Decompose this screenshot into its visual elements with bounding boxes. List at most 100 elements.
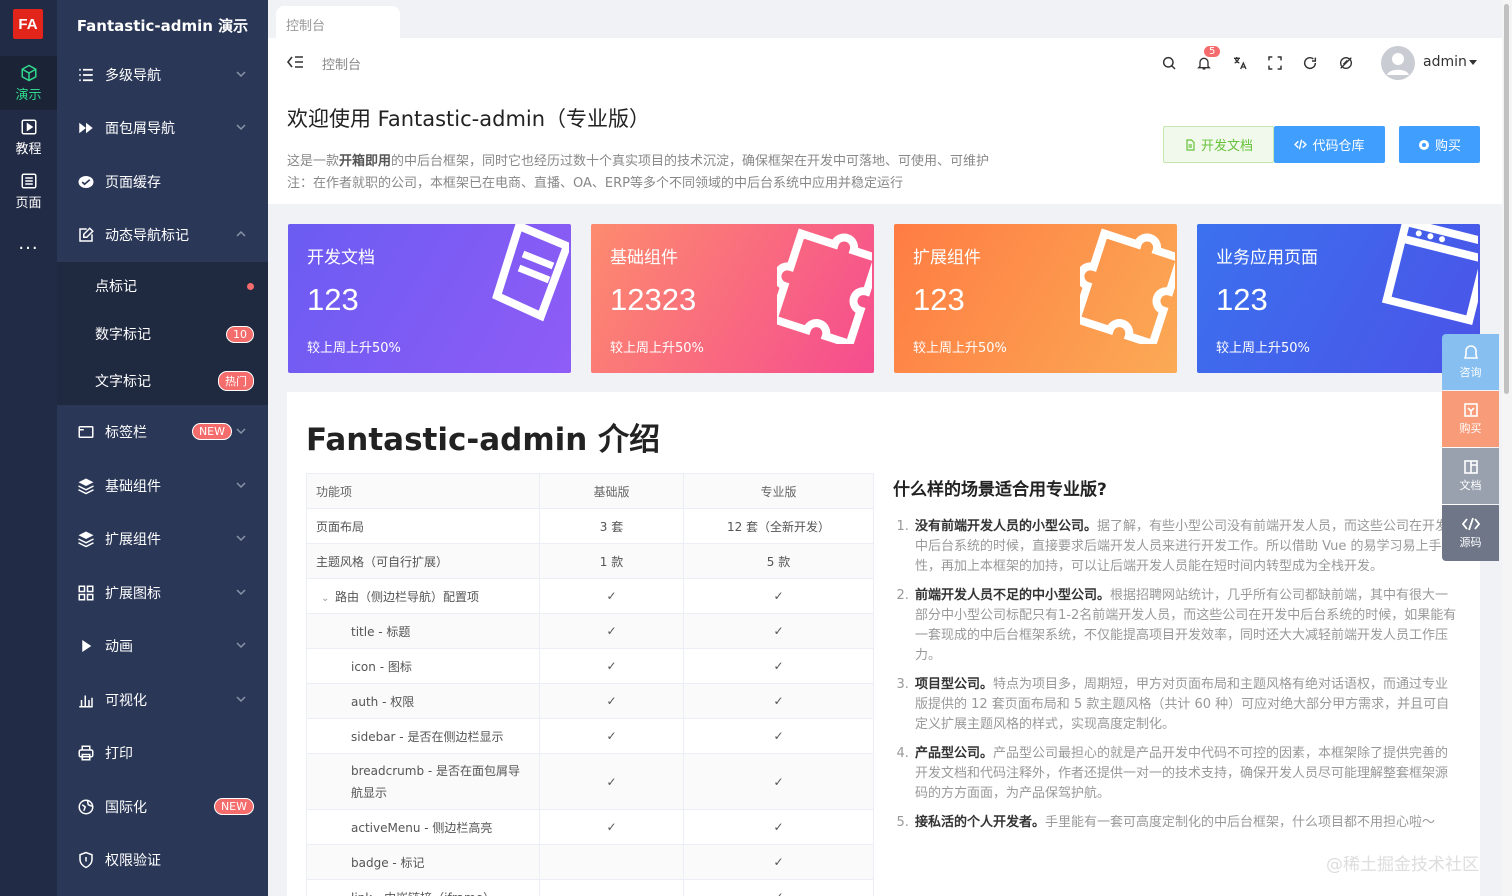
basic-cell: ✓ <box>539 809 684 845</box>
buy-button-label: 购买 <box>1434 139 1461 154</box>
feature-name: breadcrumb - 是否在面包屑导航显示 <box>351 763 521 800</box>
chevron-down-icon <box>236 124 246 131</box>
dock-docs[interactable]: 文档 <box>1442 448 1499 504</box>
stat-card-value: 123 <box>307 282 359 317</box>
edit-icon <box>79 226 94 242</box>
sidebar-item-ext-icons[interactable]: 扩展图标 <box>57 566 268 619</box>
feature-name-cell: badge - 标记 <box>306 844 540 880</box>
sidebar-item-visualization[interactable]: 可视化 <box>57 673 268 726</box>
pro-cell: ✓ <box>683 844 874 880</box>
text-badge: 热门 <box>218 371 254 391</box>
refresh-icon[interactable] <box>1302 55 1318 71</box>
sidebar-submenu: 点标记 数字标记 10 文字标记 热门 <box>57 262 268 405</box>
sidebar-subitem-text[interactable]: 文字标记 热门 <box>57 357 268 405</box>
chevron-up-icon <box>236 230 246 237</box>
feature-name-cell: ⌄ 路由（侧边栏导航）配置项 <box>306 578 540 614</box>
document-icon <box>1186 138 1195 151</box>
stat-card-value: 12323 <box>610 282 697 317</box>
welcome-description: 这是一款开箱即用的中后台框架，同时它也经历过数十个真实项目的技术沉淀，确保框架在… <box>287 150 989 169</box>
sidebar-subitem-dot[interactable]: 点标记 <box>57 262 268 310</box>
feature-name: title - 标题 <box>351 624 411 639</box>
stat-card-business-pages[interactable]: 业务应用页面 123 较上周上升50% <box>1197 224 1480 373</box>
sidebar-subitem-number[interactable]: 数字标记 10 <box>57 310 268 358</box>
list-item: 接私活的个人开发者。手里能有一套可高度定制化的中后台框架，什么项目都不用担心啦～ <box>913 813 1458 833</box>
sidebar-item-label: 可视化 <box>105 692 147 709</box>
stat-card-ext-components[interactable]: 扩展组件 123 较上周上升50% <box>894 224 1177 373</box>
stat-card-title: 基础组件 <box>610 248 678 268</box>
tab-dashboard[interactable]: 控制台 <box>276 6 400 38</box>
basic-cell: ✓ <box>539 753 684 810</box>
theme-icon[interactable] <box>1338 55 1354 71</box>
feature-name-cell: 主题风格（可自行扩展） <box>306 543 540 579</box>
breadcrumb[interactable]: 控制台 <box>322 54 361 73</box>
column-header: 专业版 <box>683 473 874 509</box>
avatar[interactable] <box>1381 46 1415 80</box>
sidebar-item-label: 权限验证 <box>105 852 161 869</box>
sidebar-item-print[interactable]: 打印 <box>57 726 268 779</box>
stat-card-sub: 较上周上升50% <box>1216 341 1310 356</box>
more-icon[interactable]: ··· <box>0 238 57 259</box>
desc-emphasis: 开箱即用 <box>339 154 392 169</box>
main-nav-tutorial[interactable]: 教程 <box>0 110 57 164</box>
reason-title: 前端开发人员不足的中小型公司。 <box>915 588 1111 603</box>
bar-chart-icon <box>79 695 93 707</box>
shield-icon <box>79 851 93 868</box>
table-row: sidebar - 是否在侧边栏显示 ✓ ✓ <box>306 718 874 754</box>
play-icon <box>21 119 36 134</box>
dock-buy[interactable]: 购买 <box>1442 391 1499 447</box>
sidebar-item-basic-components[interactable]: 基础组件 <box>57 459 268 512</box>
grid-icon <box>78 585 94 600</box>
window-icon <box>78 425 94 438</box>
cache-icon <box>78 175 94 188</box>
reason-text: 特点为项目多，周期短，甲方对页面布局和主题风格有绝对话语权，而通过专业版提供的 … <box>915 677 1450 732</box>
feature-name: link - 内嵌链接（iframe） <box>351 891 495 896</box>
feature-name-cell: link - 内嵌链接（iframe） <box>306 879 540 896</box>
translate-icon[interactable] <box>1232 55 1248 71</box>
collapse-sidebar-icon[interactable] <box>286 54 304 70</box>
chevron-down-icon[interactable]: ⌄ <box>321 593 335 604</box>
main-nav-demo[interactable]: 演示 <box>0 56 57 110</box>
layers-icon <box>78 531 94 547</box>
main-nav-pages[interactable]: 页面 <box>0 164 57 218</box>
sidebar-item-i18n[interactable]: 国际化 NEW <box>57 780 268 833</box>
docs-button[interactable]: 开发文档 <box>1163 126 1274 163</box>
sidebar-item-animation[interactable]: 动画 <box>57 619 268 672</box>
sidebar-item-dynamic-badge[interactable]: 动态导航标记 <box>57 208 268 261</box>
sidebar-item-breadcrumb[interactable]: 面包屑导航 <box>57 101 268 154</box>
sidebar-item-cache[interactable]: 页面缓存 <box>57 155 268 208</box>
scrollbar-thumb[interactable] <box>1504 4 1509 394</box>
stat-card-basic-components[interactable]: 基础组件 12323 较上周上升50% <box>591 224 874 373</box>
search-icon[interactable] <box>1161 55 1177 71</box>
main-nav-label: 页面 <box>15 195 42 211</box>
pro-cell: 5 款 <box>683 543 874 579</box>
table-row: icon - 图标 ✓ ✓ <box>306 648 874 684</box>
stat-card-value: 123 <box>1216 282 1268 317</box>
dock-label: 购买 <box>1459 421 1482 435</box>
fullscreen-icon[interactable] <box>1267 55 1283 71</box>
sub-sidebar: Fantastic-admin 演示 多级导航 面包屑导航 页面缓存 动态导航标… <box>57 0 268 896</box>
dock-consult[interactable]: 咨询 <box>1442 334 1499 390</box>
buy-icon <box>1418 139 1429 150</box>
feature-name-cell: title - 标题 <box>306 613 540 649</box>
notification-badge: 5 <box>1203 45 1222 58</box>
page-title: 欢迎使用 Fantastic-admin（专业版） <box>287 107 651 131</box>
sidebar-item-multilevel[interactable]: 多级导航 <box>57 48 268 101</box>
dock-source[interactable]: 源码 <box>1442 505 1499 561</box>
globe-icon <box>78 799 94 814</box>
user-name[interactable]: admin <box>1423 54 1467 70</box>
table-header-row: 功能项 基础版 专业版 <box>306 473 874 509</box>
chevron-down-icon <box>236 589 246 596</box>
basic-cell: 3 套 <box>539 508 684 544</box>
caret-down-icon[interactable] <box>1469 60 1477 66</box>
buy-button[interactable]: 购买 <box>1399 126 1480 163</box>
chevron-down-icon <box>236 71 246 78</box>
feature-name: 主题风格（可自行扩展） <box>316 554 449 569</box>
sidebar-item-label: 基础组件 <box>105 478 161 495</box>
repo-button[interactable]: 代码仓库 <box>1274 126 1385 163</box>
sidebar-item-tabbar[interactable]: 标签栏 NEW <box>57 405 268 458</box>
stat-card-docs[interactable]: 开发文档 123 较上周上升50% <box>288 224 571 373</box>
sidebar-item-permission[interactable]: 权限验证 <box>57 833 268 886</box>
sidebar-item-ext-components[interactable]: 扩展组件 <box>57 512 268 565</box>
dock-label: 咨询 <box>1459 365 1482 379</box>
logo[interactable]: FA <box>13 9 43 39</box>
